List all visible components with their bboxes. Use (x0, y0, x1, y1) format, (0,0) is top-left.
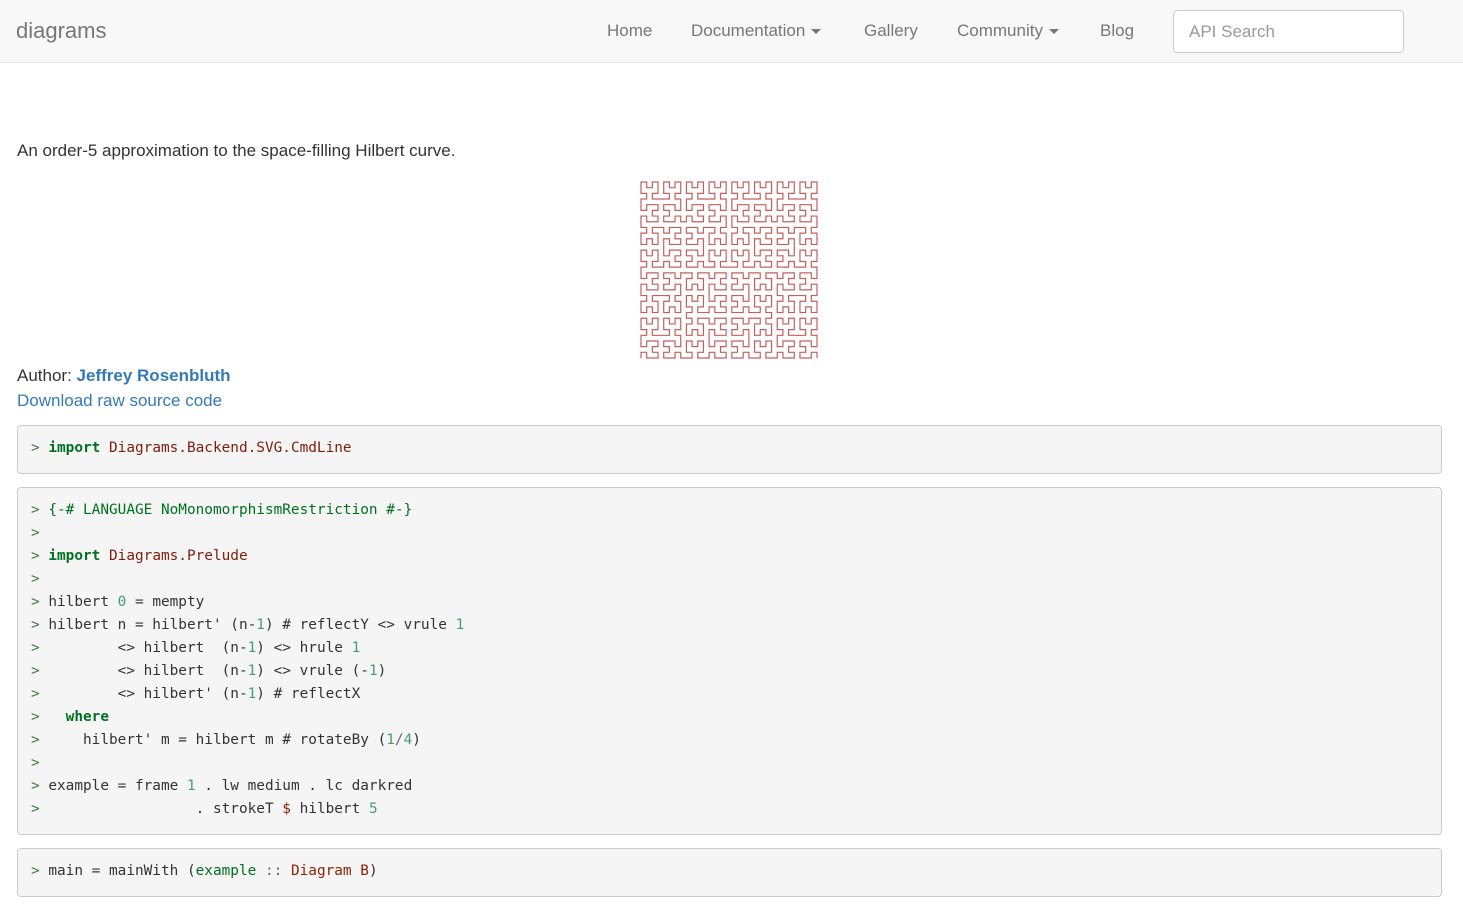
code-line: > hilbert n = hilbert' (n-1) # reflectY … (31, 617, 465, 633)
code-line: > . strokeT $ hilbert 5 (31, 801, 378, 817)
author-line: Author: Jeffrey Rosenbluth (17, 365, 231, 387)
code-line: > where (31, 709, 109, 725)
code-block-backend: > import Diagrams.Backend.SVG.CmdLine (17, 425, 1442, 474)
code-line: > <> hilbert (n-1) <> vrule (-1) (31, 663, 387, 679)
caret-down-icon (1048, 29, 1059, 35)
code-line: > <> hilbert (n-1) <> hrule 1 (31, 640, 361, 656)
caret-down-icon (811, 29, 822, 35)
code-line: > (31, 571, 40, 587)
nav-home[interactable]: Home (607, 20, 652, 42)
code-line: > example = frame 1 . lw medium . lc dar… (31, 778, 413, 794)
gallery-description: An order-5 approximation to the space-fi… (17, 141, 456, 160)
nav-gallery[interactable]: Gallery (864, 20, 918, 42)
download-source-link[interactable]: Download raw source code (17, 390, 222, 412)
hilbert-curve-path (640, 181, 818, 359)
hilbert-curve-image (640, 181, 818, 359)
nav-blog[interactable]: Blog (1100, 20, 1134, 42)
nav-community[interactable]: Community (957, 20, 1059, 42)
code-line: > import Diagrams.Prelude (31, 548, 248, 564)
code-block-main: > main = mainWith (example :: Diagram B) (17, 848, 1442, 897)
navbar: diagrams Home Documentation Gallery Comm… (0, 0, 1463, 63)
code-line: > main = mainWith (example :: Diagram B) (31, 863, 378, 879)
code-block-hilbert: > {-# LANGUAGE NoMonomorphismRestriction… (17, 487, 1442, 835)
api-search-input[interactable] (1173, 10, 1404, 53)
code-line: > (31, 755, 40, 771)
nav-documentation[interactable]: Documentation (691, 20, 822, 42)
code-line: > (31, 525, 40, 541)
code-line: > <> hilbert' (n-1) # reflectX (31, 686, 361, 702)
code-line: > {-# LANGUAGE NoMonomorphismRestriction… (31, 502, 413, 518)
author-label: Author: (17, 366, 77, 385)
code-line: > hilbert 0 = mempty (31, 594, 205, 610)
nav-community-label: Community (957, 21, 1043, 40)
brand-link[interactable]: diagrams (16, 17, 106, 45)
code-line: > import Diagrams.Backend.SVG.CmdLine (31, 440, 352, 456)
nav-documentation-label: Documentation (691, 21, 806, 40)
author-link[interactable]: Jeffrey Rosenbluth (77, 366, 231, 385)
code-line: > hilbert' m = hilbert m # rotateBy (1/4… (31, 732, 421, 748)
